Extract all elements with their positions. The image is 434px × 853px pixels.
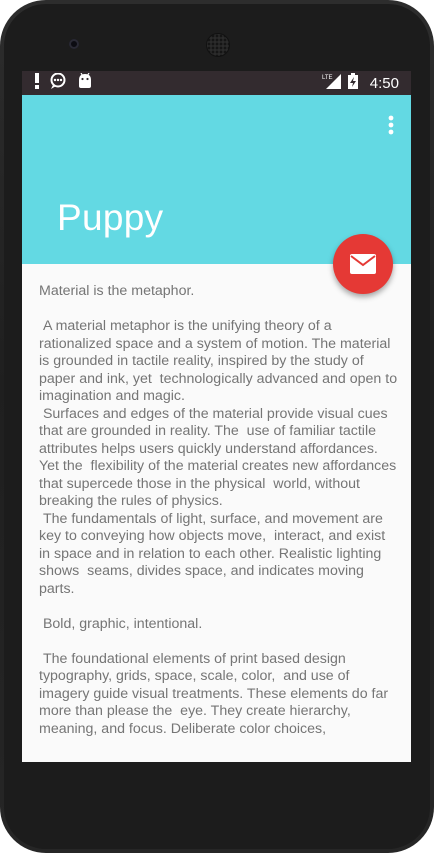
- android-icon: [78, 72, 92, 94]
- alert-icon: [34, 72, 40, 94]
- front-camera: [69, 39, 79, 49]
- overflow-menu-button[interactable]: [379, 113, 403, 137]
- phone-frame: LTE 4:50 Puppy Material is the metaphor.…: [0, 0, 434, 853]
- earpiece-speaker: [206, 33, 230, 57]
- status-bar: LTE 4:50: [22, 71, 411, 95]
- mail-icon: [350, 254, 376, 274]
- status-system: LTE 4:50: [322, 72, 399, 94]
- lte-signal-icon: LTE: [322, 73, 342, 94]
- status-time: 4:50: [369, 74, 399, 92]
- network-label: LTE: [322, 75, 333, 81]
- battery-charging-icon: [347, 72, 358, 94]
- chat-icon: [50, 72, 68, 94]
- body-text: Material is the metaphor. A material met…: [39, 283, 398, 737]
- more-vert-icon: [388, 115, 394, 135]
- status-notifications: [34, 72, 92, 94]
- app-bar-title: Puppy: [57, 197, 164, 238]
- app-screen: LTE 4:50 Puppy Material is the metaphor.…: [22, 71, 411, 762]
